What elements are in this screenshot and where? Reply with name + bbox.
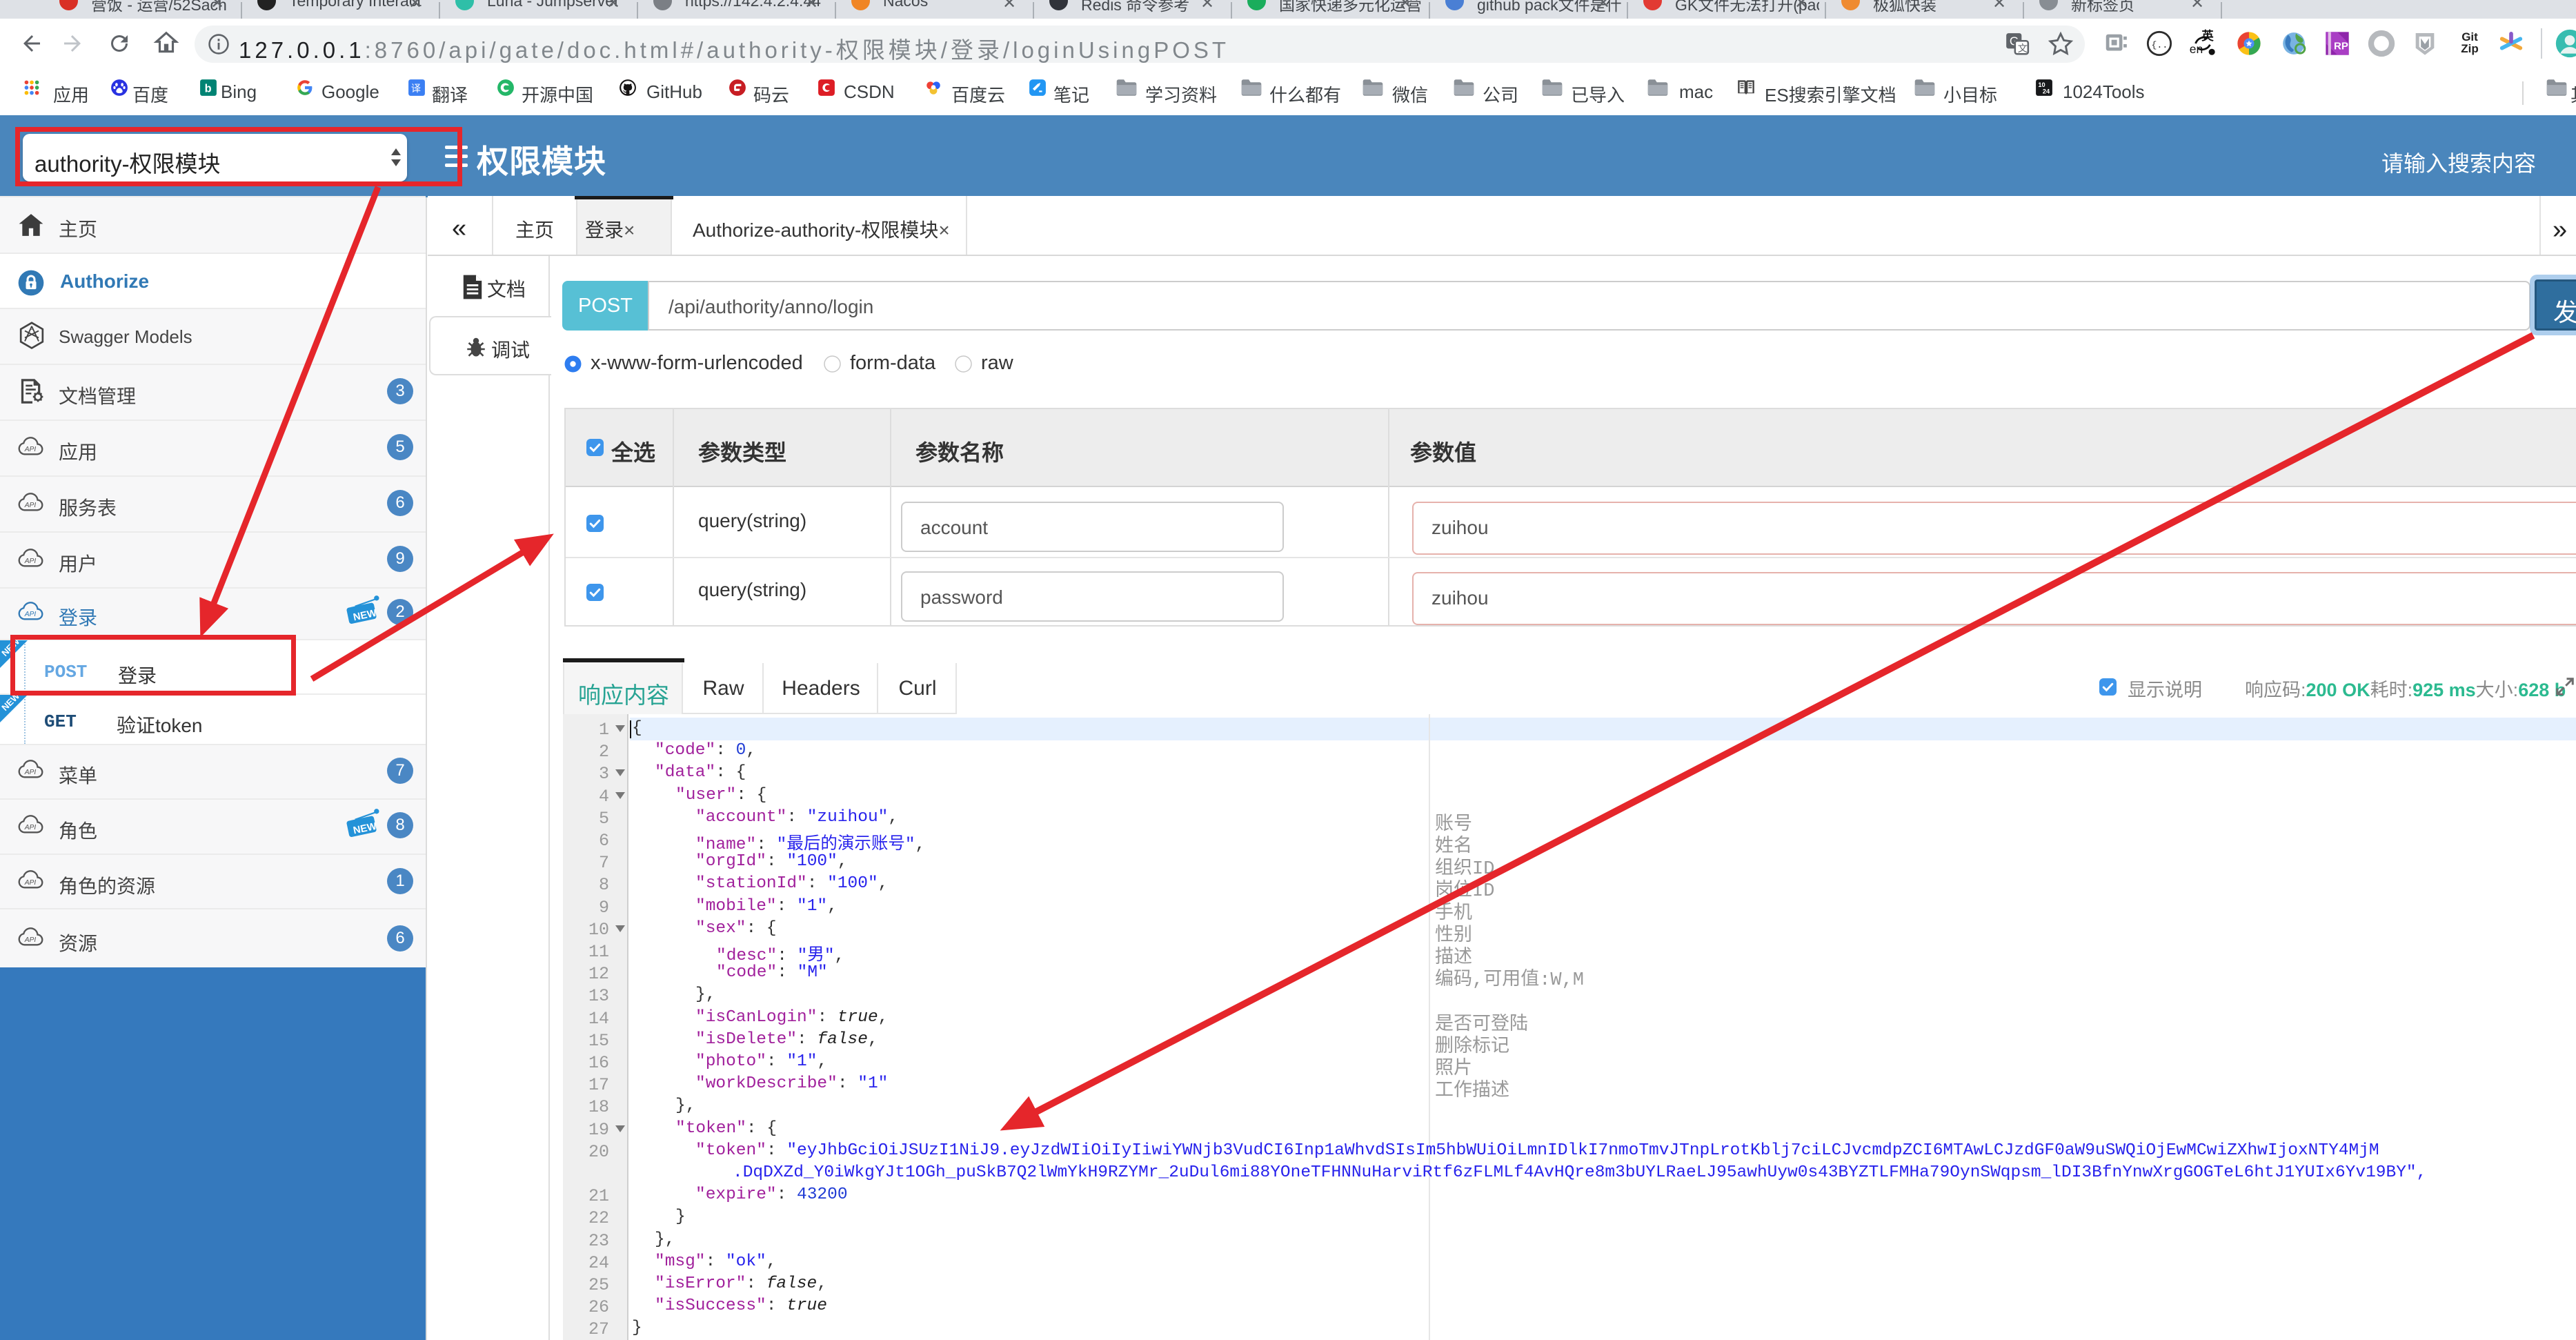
- svg-text:API: API: [24, 769, 37, 776]
- svg-text:API: API: [24, 502, 37, 509]
- svg-text:A: A: [30, 326, 34, 333]
- svg-text:API: API: [24, 936, 37, 944]
- svg-text:API: API: [24, 824, 37, 831]
- svg-text:10: 10: [2038, 81, 2045, 88]
- svg-text:{...}: {...}: [2151, 41, 2173, 51]
- svg-text:译: 译: [411, 83, 421, 94]
- svg-text:英: 英: [2201, 29, 2214, 43]
- svg-text:API: API: [24, 879, 37, 887]
- svg-text:b: b: [205, 83, 212, 95]
- svg-text:RP: RP: [2334, 40, 2348, 52]
- svg-text:文: 文: [2018, 43, 2028, 55]
- svg-text:API: API: [24, 558, 37, 565]
- svg-text:API: API: [24, 611, 37, 618]
- svg-text:API: API: [24, 446, 37, 453]
- svg-text:24: 24: [2043, 88, 2050, 95]
